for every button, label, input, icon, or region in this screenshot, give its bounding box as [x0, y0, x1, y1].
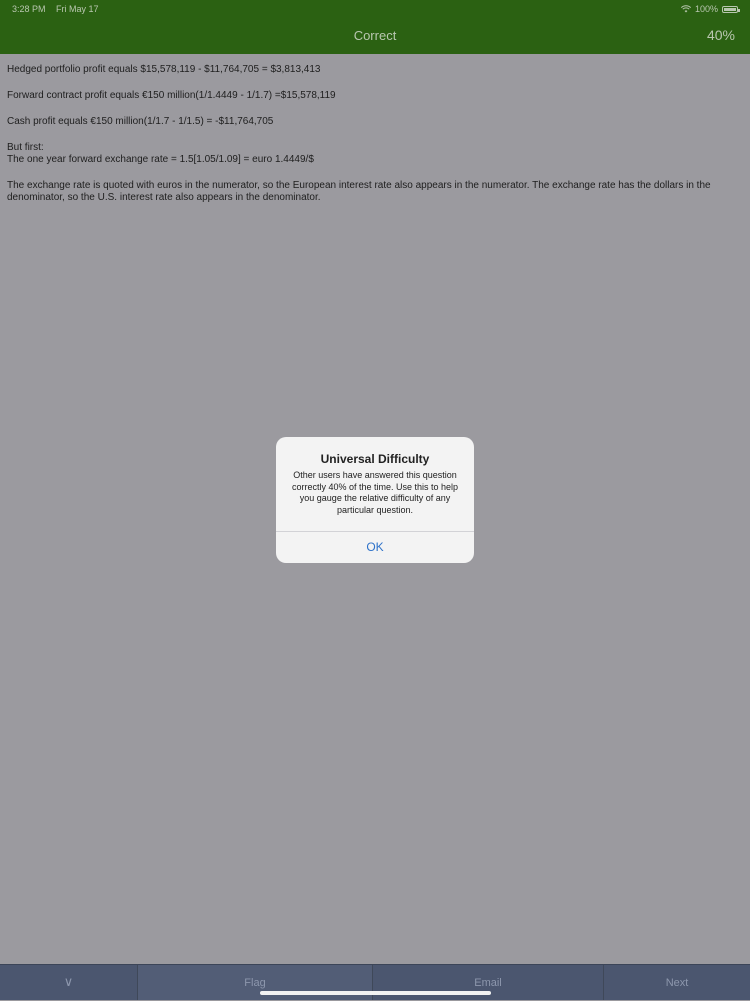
chevron-down-icon: ∨ — [63, 974, 74, 989]
explanation-line-forward: Forward contract profit equals €150 mill… — [7, 90, 336, 101]
nav-title: Correct — [353, 28, 397, 43]
explanation-line-quote: The exchange rate is quoted with euros i… — [7, 180, 711, 203]
nav-bar: Correct 40% — [0, 18, 750, 54]
explanation-line-hedged: Hedged portfolio profit equals $15,578,1… — [7, 64, 321, 75]
battery-percent: 100% — [694, 4, 718, 14]
explanation-line-cash: Cash profit equals €150 million(1/1.7 - … — [7, 116, 274, 127]
status-date: Fri May 17 — [56, 4, 99, 14]
difficulty-alert-dialog: Universal Difficulty Other users have an… — [276, 437, 474, 563]
nav-difficulty-percent[interactable]: 40% — [707, 27, 735, 43]
home-indicator[interactable] — [260, 991, 491, 995]
next-button[interactable]: Next — [604, 965, 750, 1000]
but-first-label: But first: — [7, 142, 44, 153]
dialog-title: Universal Difficulty — [320, 452, 430, 466]
explanation-line-but-first: But first: The one year forward exchange… — [7, 142, 743, 166]
ok-button[interactable]: OK — [276, 532, 474, 563]
collapse-button[interactable]: ∨ — [0, 965, 138, 1000]
status-time: 3:28 PM — [12, 4, 46, 14]
status-right: 100% — [680, 4, 740, 14]
wifi-icon — [680, 5, 691, 13]
status-bar: 3:28 PM Fri May 17 100% — [0, 0, 750, 18]
forward-rate-line: The one year forward exchange rate = 1.5… — [7, 154, 314, 165]
battery-icon — [722, 5, 740, 13]
dialog-message: Other users have answered this question … — [291, 470, 459, 515]
explanation-content: Hedged portfolio profit equals $15,578,1… — [7, 64, 743, 218]
